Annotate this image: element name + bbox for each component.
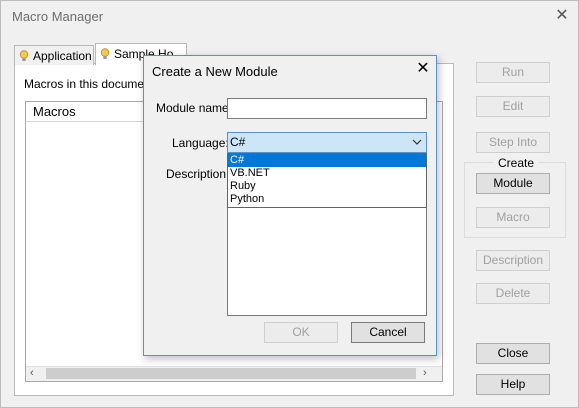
macros-column-header[interactable]: Macros xyxy=(26,102,146,122)
description-label: Description: xyxy=(166,167,230,181)
scrollbar-thumb[interactable] xyxy=(46,368,416,379)
window-title: Macro Manager xyxy=(12,9,104,24)
edit-button[interactable]: Edit xyxy=(476,96,550,117)
tab-application-label: Application xyxy=(33,49,92,63)
scroll-right-arrow-icon[interactable]: › xyxy=(423,366,435,381)
dialog-close-button[interactable]: ✕ xyxy=(412,59,434,79)
cancel-button[interactable]: Cancel xyxy=(351,322,425,343)
tab-application[interactable]: Application xyxy=(14,45,94,65)
macro-button[interactable]: Macro xyxy=(476,207,550,228)
language-option-ruby[interactable]: Ruby xyxy=(228,180,426,193)
language-option-csharp[interactable]: C# xyxy=(228,154,426,167)
macros-in-document-label: Macros in this document xyxy=(24,77,155,91)
language-select[interactable]: C# xyxy=(227,132,427,153)
step-into-button[interactable]: Step Into xyxy=(476,132,550,153)
run-button[interactable]: Run xyxy=(476,62,550,83)
language-option-vbnet[interactable]: VB.NET xyxy=(228,167,426,180)
description-button[interactable]: Description xyxy=(476,250,550,271)
lightbulb-icon xyxy=(19,50,29,61)
ok-button[interactable]: OK xyxy=(264,322,338,343)
language-label: Language: xyxy=(172,136,229,150)
close-button[interactable]: Close xyxy=(476,343,550,364)
module-button[interactable]: Module xyxy=(476,173,550,194)
create-group-label: Create xyxy=(493,156,540,170)
chevron-down-icon[interactable] xyxy=(410,134,424,150)
module-name-input[interactable] xyxy=(227,98,427,119)
help-button[interactable]: Help xyxy=(476,374,550,395)
module-name-label: Module name: xyxy=(156,101,233,115)
language-selected-value: C# xyxy=(230,135,246,149)
delete-button[interactable]: Delete xyxy=(476,283,550,304)
scroll-left-arrow-icon[interactable]: ‹ xyxy=(30,366,42,381)
dialog-title: Create a New Module xyxy=(152,64,278,79)
window-close-button[interactable]: ✕ xyxy=(551,5,573,27)
lightbulb-icon xyxy=(100,48,110,59)
language-option-python[interactable]: Python xyxy=(228,193,426,206)
